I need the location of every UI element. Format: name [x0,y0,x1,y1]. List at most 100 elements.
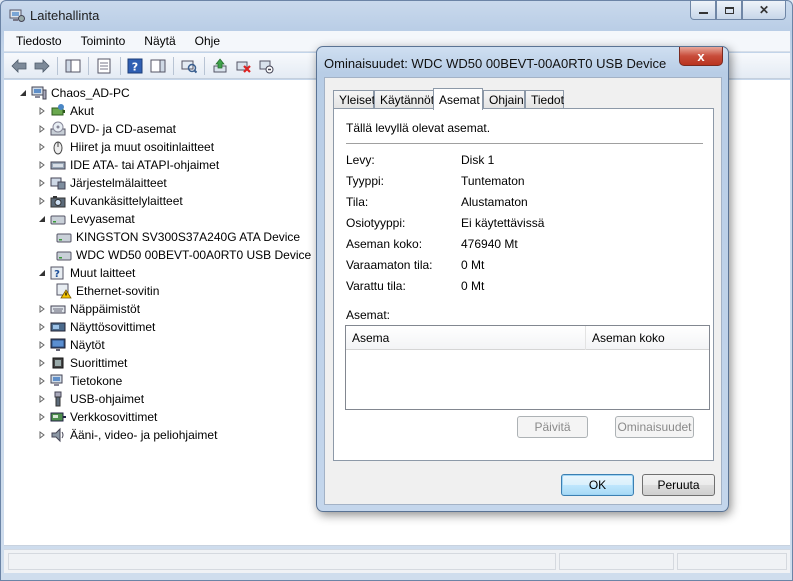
collapse-arrow-icon[interactable] [37,269,46,278]
tree-category[interactable]: Suorittimet [37,354,127,372]
expand-arrow-icon[interactable] [37,161,46,170]
refresh-button[interactable]: Päivitä [517,416,588,438]
minimize-button[interactable] [690,1,716,20]
uninstall-icon [236,61,251,73]
expand-arrow-icon[interactable] [37,323,46,332]
column-header-capacity[interactable]: Aseman koko [586,326,710,350]
tree-category[interactable]: Levyasemat [37,210,135,228]
column-header-volume[interactable]: Asema [346,326,586,350]
dialog-close-button[interactable]: x [679,47,723,66]
help-toolbar-button[interactable]: ? [126,57,144,75]
volumes-label: Asemat: [346,308,391,322]
svg-text:?: ? [54,269,60,280]
show-hide-tree-button[interactable] [64,57,82,75]
tree-category[interactable]: ? Muut laitteet [37,264,135,282]
tree-node-label: Hiiret ja muut osoitinlaitteet [70,140,215,154]
tree-device[interactable]: WDC WD50 00BEVT-00A0RT0 USB Device [56,246,311,264]
menu-action[interactable]: Toiminto [69,34,133,48]
computer-icon [31,86,47,100]
property-value: 476940 Mt [461,237,518,251]
tree-category[interactable]: IDE ATA- tai ATAPI-ohjaimet [37,156,219,174]
close-button[interactable]: ✕ [742,1,786,20]
expand-arrow-icon[interactable] [37,377,46,386]
update-driver-button[interactable] [211,57,229,75]
collapse-arrow-icon[interactable] [37,215,46,224]
window-title: Laitehallinta [30,8,100,23]
expand-arrow-icon[interactable] [37,431,46,440]
close-icon: x [697,48,705,64]
disable-device-icon [259,60,274,74]
tree-device[interactable]: Ethernet-sovitin [56,282,159,300]
expand-arrow-icon[interactable] [37,125,46,134]
tab-policies[interactable]: Käytännöt [374,90,434,109]
cancel-button[interactable]: Peruuta [642,474,715,496]
menu-view[interactable]: Näytä [132,34,182,48]
network-adapter-icon [50,412,66,422]
tree-node-label: Verkkosovittimet [70,410,158,424]
expand-arrow-icon[interactable] [37,395,46,404]
volumes-tab-panel: Tällä levyllä olevat asemat. Levy: Disk 1… [333,108,714,461]
disable-device-button[interactable] [257,57,275,75]
expand-arrow-icon[interactable] [37,359,46,368]
device-manager-icon [9,9,25,22]
expand-arrow-icon[interactable] [37,197,46,206]
monitor-icon [50,338,66,351]
tab-driver[interactable]: Ohjain [483,90,525,109]
menu-help[interactable]: Ohje [183,34,227,48]
tree-category[interactable]: Ääni-, video- ja peliohjaimet [37,426,217,444]
forward-arrow-icon [34,59,50,73]
tree-category[interactable]: Kuvankäsittelylaitteet [37,192,183,210]
expand-arrow-icon[interactable] [37,143,46,152]
volume-properties-button[interactable]: Ominaisuudet [615,416,694,438]
expand-arrow-icon[interactable] [37,179,46,188]
expand-arrow-icon[interactable] [37,341,46,350]
tree-node-label: USB-ohjaimet [70,392,145,406]
tree-category[interactable]: Akut [37,102,94,120]
tab-general[interactable]: Yleiset [333,90,375,109]
title-bar[interactable]: Laitehallinta ✕ [1,1,792,29]
property-value: Disk 1 [461,153,495,167]
tree-category[interactable]: Järjestelmälaitteet [37,174,167,192]
property-value: 0 Mt [461,258,485,272]
tree-device[interactable]: KINGSTON SV300S37A240G ATA Device [56,228,300,246]
scan-hardware-button[interactable] [180,57,198,75]
forward-button[interactable] [33,57,51,75]
properties-toolbar-button[interactable] [95,57,113,75]
volumes-intro-text: Tällä levyllä olevat asemat. [346,121,491,135]
unknown-device-icon: ? [50,266,64,280]
tree-category[interactable]: Näyttösovittimet [37,318,155,336]
back-button[interactable] [10,57,28,75]
volumes-list[interactable]: Asema Aseman koko [345,325,710,410]
maximize-button[interactable] [716,1,742,20]
tree-root[interactable]: Chaos_AD-PC [18,84,130,102]
tree-category[interactable]: Hiiret ja muut osoitinlaitteet [37,138,214,156]
tree-category[interactable]: USB-ohjaimet [37,390,144,408]
status-segment [8,553,556,570]
tab-details[interactable]: Tiedot [525,90,564,109]
property-value: Ei käytettävissä [461,216,545,230]
collapse-arrow-icon[interactable] [18,89,27,98]
status-bar [4,549,790,573]
property-label: Levy: [346,153,375,167]
tree-category[interactable]: Tietokone [37,372,122,390]
tree-category[interactable]: Verkkosovittimet [37,408,157,426]
tree-category[interactable]: DVD- ja CD-asemat [37,120,176,138]
property-label: Osiotyyppi: [346,216,406,230]
tree-node-label: Levyasemat [70,212,135,226]
expand-arrow-icon[interactable] [37,107,46,116]
tree-category[interactable]: Näppäimistöt [37,300,140,318]
tab-volumes[interactable]: Asemat [433,88,483,110]
disk-drive-icon [50,215,66,225]
action-pane-button[interactable] [149,57,167,75]
help-icon: ? [127,58,143,74]
menu-file[interactable]: Tiedosto [4,34,69,48]
expand-arrow-icon[interactable] [37,305,46,314]
computer-icon [50,374,63,386]
property-value: Alustamaton [461,195,528,209]
expand-arrow-icon[interactable] [37,413,46,422]
property-label: Aseman koko: [346,237,423,251]
status-segment [677,553,787,570]
ok-button[interactable]: OK [561,474,634,496]
uninstall-device-button[interactable] [234,57,252,75]
tree-category[interactable]: Näytöt [37,336,105,354]
